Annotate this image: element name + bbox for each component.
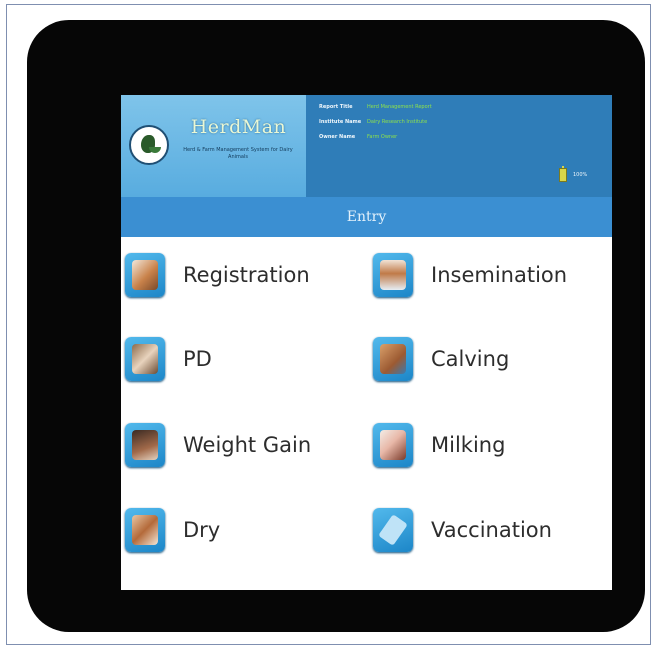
section-title: Entry [121,197,612,237]
pregnancy-diagnosis-icon [125,337,165,381]
info-row-report: Report Title Herd Management Report [319,99,509,114]
menu-item-label: Milking [431,433,506,457]
cow-registration-icon [125,253,165,297]
insemination-icon [373,253,413,297]
milking-icon [373,423,413,467]
info-value: Herd Management Report [367,103,432,110]
vaccination-syringe-icon [373,508,413,552]
brand-panel: HerdMan Herd & Farm Management System fo… [121,95,306,197]
menu-item-label: Insemination [431,263,568,287]
info-value: Farm Owner [367,133,398,140]
menu-item-calving[interactable]: Calving [373,329,608,389]
app-screen: HerdMan Herd & Farm Management System fo… [121,95,612,590]
menu-item-label: Dry [183,518,221,542]
menu-item-label: Weight Gain [183,433,312,457]
info-row-institute: Institute Name Dairy Research Institute [319,114,509,129]
entry-menu: Registration Insemination PD Calving Wei… [121,245,612,590]
menu-item-vaccination[interactable]: Vaccination [373,500,608,560]
info-row-owner: Owner Name Farm Owner [319,129,509,144]
menu-item-label: PD [183,347,212,371]
battery-label: 100% [573,172,588,178]
info-label: Report Title [319,103,353,110]
app-tagline: Herd & Farm Management System for Dairy … [183,147,293,160]
info-value: Dairy Research Institute [367,118,428,125]
menu-item-label: Registration [183,263,310,287]
logo-icon [129,125,169,165]
menu-item-dry[interactable]: Dry [125,500,360,560]
header-info: Report Title Herd Management Report Inst… [319,99,509,144]
app-header: HerdMan Herd & Farm Management System fo… [121,95,612,197]
menu-item-insemination[interactable]: Insemination [373,245,608,305]
info-label: Institute Name [319,118,362,125]
figure-frame: HerdMan Herd & Farm Management System fo… [6,4,651,645]
tablet-device: HerdMan Herd & Farm Management System fo… [27,20,645,632]
menu-item-label: Vaccination [431,518,552,542]
menu-item-registration[interactable]: Registration [125,245,360,305]
calving-icon [373,337,413,381]
battery-icon [559,166,567,182]
menu-item-milking[interactable]: Milking [373,415,608,475]
menu-item-label: Calving [431,347,510,371]
info-label: Owner Name [319,133,356,140]
app-name: HerdMan [190,116,287,138]
weight-gain-icon [125,423,165,467]
dry-cow-icon [125,508,165,552]
menu-item-pd[interactable]: PD [125,329,360,389]
menu-item-weight-gain[interactable]: Weight Gain [125,415,360,475]
